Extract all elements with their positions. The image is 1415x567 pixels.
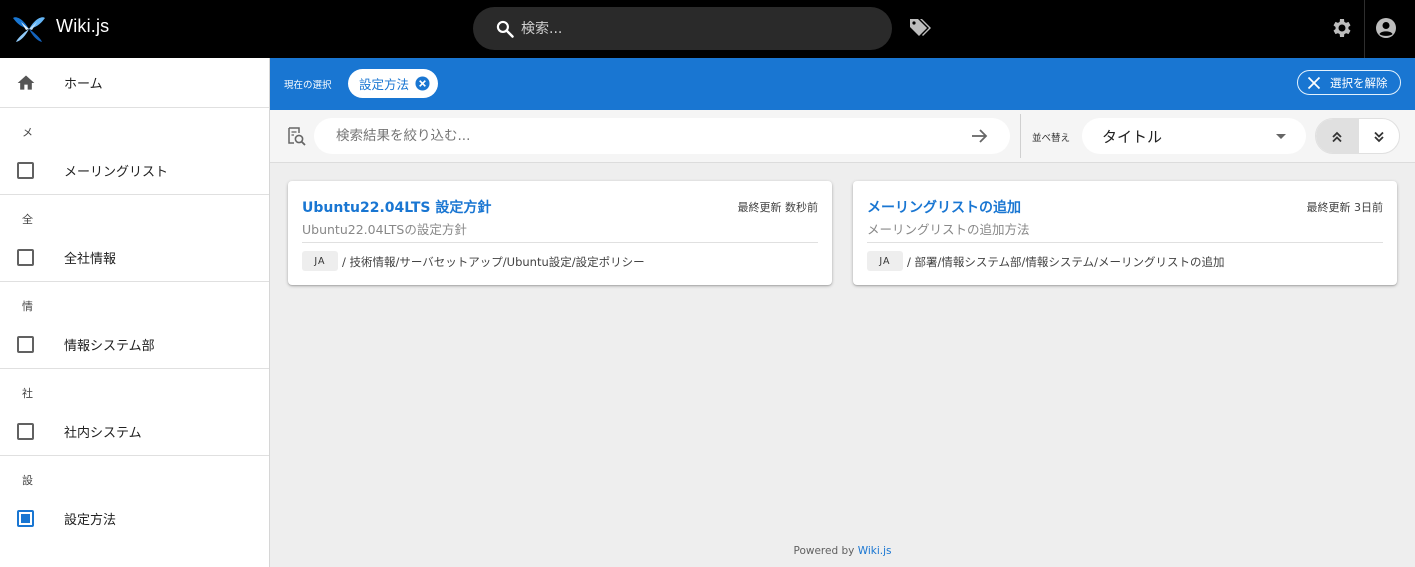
sidebar-tag-setup-method[interactable]: 設定方法	[0, 494, 269, 543]
search-icon	[496, 20, 514, 38]
sidebar-item-home[interactable]: ホーム	[0, 58, 269, 108]
checkbox-checked[interactable]	[17, 510, 34, 527]
locale-badge: JA	[302, 251, 338, 271]
group-header: 全	[22, 213, 33, 226]
result-title[interactable]: メーリングリストの追加	[867, 197, 1021, 217]
sidebar-tag-it-dept[interactable]: 情報システム部	[0, 320, 269, 369]
group-header: メ	[22, 126, 33, 139]
footer: Powered by Wiki.js	[270, 545, 1415, 557]
selection-bar: 現在の選択 設定方法 選択を解除	[270, 58, 1415, 110]
sort-order-toggle	[1315, 118, 1400, 154]
tag-label: メーリングリスト	[64, 164, 169, 180]
close-circle-icon[interactable]	[415, 76, 430, 91]
footer-prefix: Powered by	[793, 545, 855, 557]
locale-badge: JA	[867, 251, 903, 271]
sidebar-item-label: ホーム	[64, 77, 103, 92]
global-search[interactable]	[473, 7, 892, 50]
caret-down-icon	[1276, 134, 1286, 139]
gear-icon[interactable]	[1330, 16, 1354, 40]
filter-divider	[1020, 114, 1021, 158]
checkbox[interactable]	[17, 248, 34, 266]
result-description: メーリングリストの追加方法	[867, 222, 1030, 237]
account-icon[interactable]	[1374, 16, 1398, 40]
filter-field[interactable]	[314, 118, 1010, 154]
filter-bar: 並べ替え タイトル	[270, 110, 1415, 163]
double-chevron-down-icon	[1374, 131, 1384, 143]
close-icon	[1307, 76, 1321, 89]
group-header: 設	[22, 474, 33, 487]
sort-label: 並べ替え	[1032, 133, 1071, 144]
sort-select[interactable]: タイトル	[1082, 118, 1306, 154]
home-icon	[17, 75, 35, 90]
sort-value: タイトル	[1102, 127, 1163, 146]
result-description: Ubuntu22.04LTSの設定方針	[302, 222, 467, 237]
result-updated: 最終更新 数秒前	[737, 201, 819, 214]
arrow-right-icon[interactable]	[970, 127, 988, 145]
selected-tag-chip[interactable]: 設定方法	[348, 69, 438, 98]
result-card[interactable]: メーリングリストの追加 メーリングリストの追加方法 最終更新 3日前 JA / …	[853, 181, 1397, 285]
result-path: / 技術情報/サーバセットアップ/Ubuntu設定/設定ポリシー	[342, 255, 645, 269]
result-path: / 部署/情報システム部/情報システム/メーリングリストの追加	[907, 255, 1225, 269]
wikijs-logo-icon[interactable]	[12, 13, 46, 45]
result-title[interactable]: Ubuntu22.04LTS 設定方針	[302, 197, 491, 217]
tags-icon[interactable]	[908, 17, 932, 39]
sidebar-tag-internal-system[interactable]: 社内システム	[0, 407, 269, 456]
clear-selection-button[interactable]: 選択を解除	[1297, 70, 1401, 95]
sidebar: ホーム メ メーリングリスト 全 全社情報 情 情報システム部 社 社内システム…	[0, 58, 270, 567]
footer-brand-link[interactable]: Wiki.js	[858, 545, 892, 557]
topbar-divider	[1364, 0, 1365, 58]
tag-label: 全社情報	[64, 251, 117, 267]
app-title[interactable]: Wiki.js	[56, 16, 109, 37]
card-divider	[302, 242, 818, 243]
group-header: 社	[22, 387, 33, 400]
tag-label: 情報システム部	[64, 338, 155, 354]
tag-label: 社内システム	[64, 425, 142, 441]
tag-label: 設定方法	[64, 513, 117, 528]
filter-input[interactable]	[336, 128, 936, 144]
sidebar-tag-company-info[interactable]: 全社情報	[0, 233, 269, 282]
checkbox[interactable]	[17, 335, 34, 353]
group-header: 情	[22, 300, 33, 313]
clear-selection-label: 選択を解除	[1330, 75, 1388, 90]
card-divider	[867, 242, 1383, 243]
search-results-icon	[288, 127, 306, 146]
double-chevron-up-icon	[1332, 131, 1342, 143]
checkbox[interactable]	[17, 161, 34, 179]
checkbox[interactable]	[17, 422, 34, 440]
sort-ascending-button[interactable]	[1316, 119, 1358, 153]
sort-descending-button[interactable]	[1357, 119, 1400, 153]
result-card[interactable]: Ubuntu22.04LTS 設定方針 Ubuntu22.04LTSの設定方針 …	[288, 181, 832, 285]
sidebar-tag-mailing-list[interactable]: メーリングリスト	[0, 146, 269, 195]
result-updated: 最終更新 3日前	[1306, 201, 1384, 214]
chip-label: 設定方法	[359, 77, 410, 92]
top-bar: Wiki.js	[0, 0, 1415, 58]
current-selection-label: 現在の選択	[284, 80, 332, 91]
search-input[interactable]	[521, 20, 861, 37]
